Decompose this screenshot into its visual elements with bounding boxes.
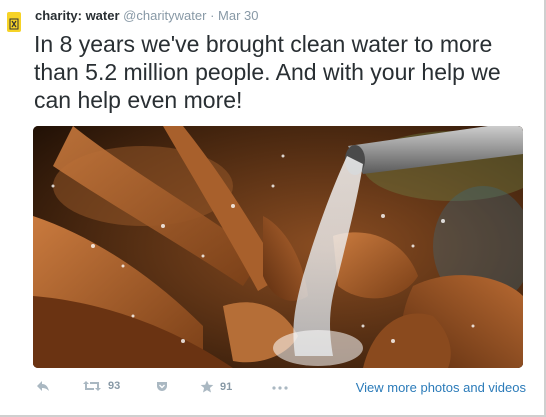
- reply-icon: [37, 381, 49, 391]
- favorite-count: 91: [220, 380, 233, 393]
- tweet-date[interactable]: Mar 30: [218, 8, 258, 23]
- user-handle[interactable]: @charitywater: [123, 8, 206, 23]
- pocket-button[interactable]: [156, 380, 168, 392]
- display-name[interactable]: charity: water: [35, 8, 120, 23]
- tweet-photo[interactable]: [33, 126, 523, 368]
- charity-water-logo-icon[interactable]: [7, 12, 21, 32]
- star-icon: [200, 380, 214, 393]
- reply-button[interactable]: [36, 380, 50, 392]
- separator: ·: [210, 8, 215, 23]
- tweet-text: In 8 years we've brought clean water to …: [34, 31, 501, 113]
- more-icon: [272, 386, 288, 390]
- retweet-count: 93: [108, 380, 121, 392]
- view-more-photos-link[interactable]: View more photos and videos: [356, 380, 526, 395]
- tweet-header: charity: water @charitywater · Mar 30: [35, 8, 259, 23]
- favorite-button[interactable]: 91: [200, 380, 232, 393]
- tweet-card: charity: water @charitywater · Mar 30 In…: [0, 0, 546, 417]
- retweet-icon: [83, 381, 101, 391]
- pocket-icon: [157, 382, 167, 391]
- more-button[interactable]: [272, 386, 288, 390]
- retweet-button[interactable]: 93: [82, 380, 120, 392]
